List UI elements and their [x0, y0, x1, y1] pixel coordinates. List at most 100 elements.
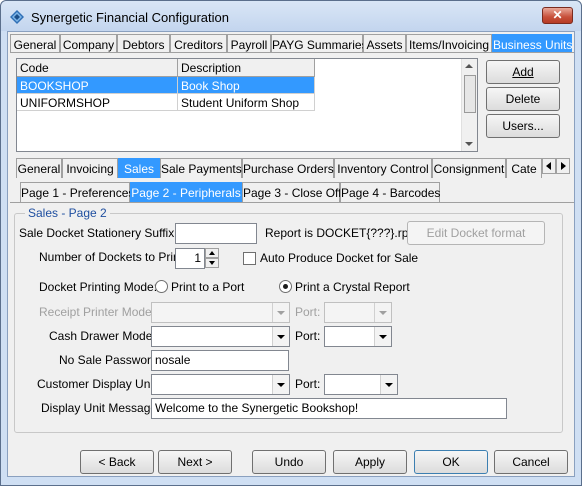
subtab-sales[interactable]: Sales — [118, 158, 160, 178]
next-button-label: Next > — [177, 455, 213, 469]
back-button-label: < Back — [98, 455, 136, 469]
scroll-up-icon[interactable] — [465, 64, 473, 68]
configuration-window: Synergetic Financial Configuration ✕ Gen… — [0, 0, 582, 486]
sales-page-2-panel: Sales - Page 2 Sale Docket Stationery Su… — [10, 202, 574, 433]
spin-up-icon[interactable] — [205, 248, 219, 258]
tab-assets[interactable]: Assets — [363, 34, 406, 54]
cash-drawer-port-label: Port: — [295, 329, 321, 343]
sub-tab-strip: General Invoicing Sales Sale Payments Pu… — [16, 158, 572, 178]
code-cell[interactable]: UNIFORMSHOP — [17, 94, 178, 111]
subtab-sale-payments[interactable]: Sale Payments — [160, 158, 242, 178]
subtab-consignment[interactable]: Consignment — [432, 158, 506, 178]
auto-produce-docket-label: Auto Produce Docket for Sale — [260, 251, 419, 265]
receipt-port-label: Port: — [295, 305, 321, 319]
subtab-purchase-orders[interactable]: Purchase Orders — [242, 158, 334, 178]
add-button[interactable]: Add — [486, 60, 560, 84]
apply-button-label: Apply — [354, 455, 386, 469]
tab-company[interactable]: Company — [60, 34, 117, 54]
chevron-down-icon[interactable] — [374, 303, 391, 322]
scroll-thumb[interactable] — [464, 75, 476, 113]
description-cell[interactable]: Book Shop — [178, 77, 315, 94]
cancel-button[interactable]: Cancel — [494, 450, 568, 474]
print-crystal-report-radio[interactable] — [279, 280, 292, 293]
tab-items-invoicing[interactable]: Items/Invoicing — [406, 34, 492, 54]
cancel-button-label: Cancel — [512, 455, 550, 469]
no-sale-password-input[interactable]: nosale — [151, 350, 289, 371]
back-button[interactable]: < Back — [80, 450, 154, 474]
tab-business-units[interactable]: Business Units — [492, 34, 572, 54]
column-header-description[interactable]: Description — [178, 59, 315, 77]
description-cell[interactable]: Student Uniform Shop — [178, 94, 315, 111]
chevron-down-icon[interactable] — [380, 375, 397, 394]
tab-creditors[interactable]: Creditors — [170, 34, 227, 54]
stationery-suffix-label: Sale Docket Stationery Suffix: — [19, 226, 178, 240]
business-units-grid[interactable]: Code Description BOOKSHOP Book Shop UNIF… — [16, 58, 478, 152]
spin-down-icon[interactable] — [205, 258, 219, 268]
display-message-input[interactable]: Welcome to the Synergetic Bookshop! — [151, 398, 507, 419]
receipt-port-select[interactable] — [324, 302, 392, 323]
tab-page-1-preferences[interactable]: Page 1 - Preferences — [20, 182, 134, 202]
ok-button[interactable]: OK — [414, 450, 488, 474]
grid-vertical-scrollbar[interactable] — [461, 59, 477, 151]
tab-page-4-barcodes[interactable]: Page 4 - Barcodes — [340, 182, 440, 202]
tab-scroll-right-button[interactable] — [556, 158, 570, 174]
code-cell[interactable]: BOOKSHOP — [17, 77, 178, 94]
delete-button-label: Delete — [505, 92, 541, 106]
apply-button[interactable]: Apply — [333, 450, 407, 474]
edit-docket-format-button[interactable]: Edit Docket format — [407, 221, 545, 245]
sales-page-2-group: Sales - Page 2 Sale Docket Stationery Su… — [14, 206, 563, 433]
customer-display-port-select[interactable] — [324, 374, 398, 395]
tab-page-3-close-off[interactable]: Page 3 - Close Off — [242, 182, 342, 202]
tab-payg-summaries[interactable]: PAYG Summaries — [271, 34, 368, 54]
tab-scroll-left-button[interactable] — [542, 158, 556, 174]
page-tab-strip: Page 1 - Preferences Page 2 - Peripheral… — [20, 182, 460, 202]
column-header-code[interactable]: Code — [17, 59, 178, 77]
top-tab-strip: General Company Debtors Creditors Payrol… — [10, 34, 574, 54]
report-name-text: Report is DOCKET{???}.rpt — [265, 226, 412, 240]
num-dockets-input[interactable]: 1 — [175, 248, 205, 269]
num-dockets-label: Number of Dockets to Print — [39, 250, 184, 264]
stationery-suffix-input[interactable] — [175, 223, 257, 244]
users-button[interactable]: Users... — [486, 114, 560, 138]
group-caption: Sales - Page 2 — [25, 206, 110, 220]
chevron-down-icon[interactable] — [272, 303, 289, 322]
scroll-down-icon[interactable] — [465, 142, 473, 146]
undo-button[interactable]: Undo — [252, 450, 326, 474]
chevron-down-icon[interactable] — [374, 327, 391, 346]
chevron-down-icon[interactable] — [272, 375, 289, 394]
users-button-label: Users... — [502, 119, 544, 133]
subtab-inventory-control[interactable]: Inventory Control — [334, 158, 432, 178]
window-title: Synergetic Financial Configuration — [31, 10, 229, 25]
chevron-down-icon[interactable] — [272, 327, 289, 346]
client-area: General Company Debtors Creditors Payrol… — [7, 31, 575, 477]
subtab-categories[interactable]: Cate — [506, 158, 542, 178]
auto-produce-docket-checkbox[interactable] — [243, 252, 256, 265]
subtab-invoicing[interactable]: Invoicing — [62, 158, 118, 178]
receipt-printer-label: Receipt Printer Model: — [39, 305, 158, 319]
next-button[interactable]: Next > — [158, 450, 232, 474]
delete-button[interactable]: Delete — [486, 87, 560, 111]
chevron-right-icon — [561, 162, 566, 170]
num-dockets-spinner[interactable] — [205, 248, 219, 269]
cash-drawer-port-select[interactable] — [324, 326, 392, 347]
ok-button-label: OK — [442, 455, 460, 469]
app-diamond-icon — [10, 10, 24, 24]
no-sale-password-label: No Sale Password: — [59, 353, 162, 367]
printing-mode-label: Docket Printing Mode: — [39, 280, 158, 294]
customer-display-label: Customer Display Unit: — [37, 377, 160, 391]
cash-drawer-select[interactable] — [151, 326, 290, 347]
cash-drawer-label: Cash Drawer Model: — [49, 329, 159, 343]
tab-debtors[interactable]: Debtors — [117, 34, 170, 54]
print-crystal-report-label: Print a Crystal Report — [295, 280, 410, 294]
title-bar: Synergetic Financial Configuration ✕ — [1, 1, 581, 31]
tab-page-2-peripherals[interactable]: Page 2 - Peripherals — [130, 182, 242, 202]
chevron-left-icon — [546, 162, 551, 170]
print-to-port-radio[interactable] — [155, 280, 168, 293]
close-window-button[interactable]: ✕ — [542, 7, 573, 24]
receipt-printer-select[interactable] — [151, 302, 290, 323]
subtab-general[interactable]: General — [16, 158, 62, 178]
tab-general[interactable]: General — [10, 34, 60, 54]
tab-payroll[interactable]: Payroll — [227, 34, 271, 54]
customer-display-select[interactable] — [151, 374, 290, 395]
edit-docket-format-label: Edit Docket format — [426, 226, 526, 240]
